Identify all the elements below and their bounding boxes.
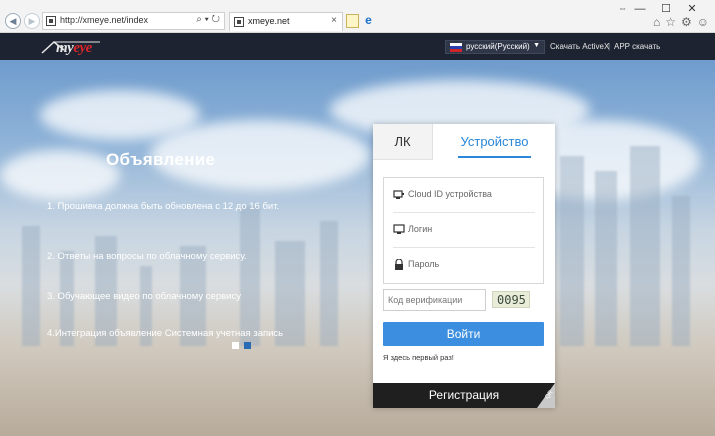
new-tab-icon[interactable] [346,14,359,28]
password-placeholder: Пароль [408,259,440,269]
first-time-link[interactable]: Я здесь первый раз! [383,353,454,362]
minimize-button[interactable]: — [627,3,653,15]
announcement-title: Объявление [106,150,216,169]
monitor-icon [393,224,405,235]
announcement-item[interactable]: 2. Ответы на вопросы по облачному сервис… [47,250,287,263]
announcement-item[interactable]: 3. Обучающее видео по облачному сервису [47,290,287,303]
background-image [0,60,715,436]
cloud-id-field[interactable]: Cloud ID устройства [384,178,543,213]
address-tools[interactable]: ⌕ ▾ ↻ [196,14,220,25]
captcha-code: 0095 [497,293,526,307]
lock-icon [393,258,405,270]
captcha-placeholder: Код верификации [388,295,463,305]
tab-account[interactable]: ЛК [373,124,433,160]
app-download-link[interactable]: APP скачать [614,42,660,51]
feedback-smiley-icon[interactable]: ☺ [697,15,709,29]
announcement-item[interactable]: 1. Прошивка должна быть обновлена с 12 д… [47,200,287,213]
site-favicon-icon [46,16,56,26]
password-field[interactable]: Пароль [384,248,543,283]
maximize-button[interactable]: ☐ [653,2,679,15]
carousel-dot-2[interactable] [244,342,251,349]
tab-device[interactable]: Устройство [434,124,555,160]
resize-arrows-icon: ⇔ [618,3,627,13]
username-field[interactable]: Логин [384,213,543,248]
active-tab-indicator [458,156,531,158]
register-button[interactable]: Регистрация [373,383,555,408]
tab-title: xmeye.net [248,16,290,26]
captcha-input[interactable]: Код верификации [383,289,486,311]
close-window-button[interactable]: ✕ [679,2,705,15]
address-url[interactable]: http://xmeye.net/index [60,15,148,25]
back-button-icon[interactable]: ◀ [5,13,21,29]
browser-chrome: ◀ ▶ http://xmeye.net/index ⌕ ▾ ↻ xmeye.n… [0,0,715,33]
carousel-dot-1[interactable] [232,342,239,349]
captcha-image[interactable]: 0095 [492,291,530,308]
browser-tab[interactable]: xmeye.net × [229,12,343,31]
logo-text: myeye [56,40,92,56]
site-logo[interactable]: myeye [40,36,110,58]
russia-flag-icon [450,43,462,52]
login-button[interactable]: Войти [383,322,544,346]
tab-close-icon[interactable]: × [331,15,337,26]
login-placeholder: Логин [408,224,433,234]
device-icon [393,189,405,200]
home-icon[interactable]: ⌂ [653,15,660,29]
ie-icon[interactable]: e [362,14,375,28]
tab-favicon-icon [234,17,244,27]
chevron-down-icon: ▼ [533,42,540,49]
favorites-star-icon[interactable]: ☆ [665,15,676,29]
download-activex-link[interactable]: Скачать ActiveX [550,42,609,51]
language-select[interactable]: русский(Русский) ▼ [445,40,545,54]
browser-tools: ⌂ ☆ ⚙ ☺ [648,15,709,29]
site-header: myeye русский(Русский) ▼ Скачать ActiveX… [0,33,715,60]
address-bar[interactable]: http://xmeye.net/index ⌕ ▾ ↻ [42,12,225,30]
login-panel: ЛК Устройство Cloud ID устройства Логин … [373,124,555,408]
announcement-item[interactable]: 4.Интеграция объявление Системная учетна… [47,327,287,340]
cloud-id-placeholder: Cloud ID устройства [408,189,492,199]
header-separator: | [608,42,611,51]
login-fields: Cloud ID устройства Логин Пароль [383,177,544,284]
settings-gear-icon[interactable]: ⚙ [681,15,692,29]
language-value: русский(Русский) [466,42,530,51]
forward-button-icon[interactable]: ▶ [24,13,40,29]
window-controls: — ☐ ✕ [627,2,705,15]
